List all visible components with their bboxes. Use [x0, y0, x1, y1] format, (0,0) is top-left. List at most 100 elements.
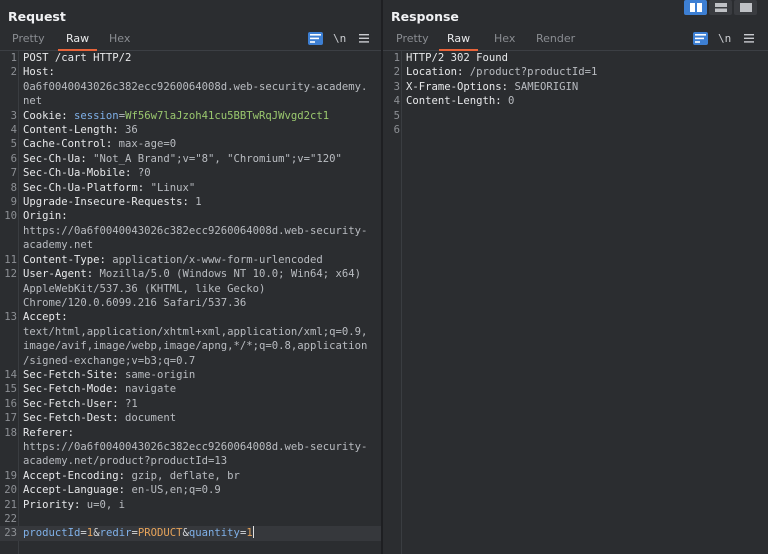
- line-text: https://0a6f0040043026c382ecc9260064008d…: [20, 224, 367, 238]
- tab-response-hex[interactable]: Hex: [486, 30, 523, 49]
- request-line[interactable]: 21 Priority: u=0, i: [0, 498, 382, 512]
- token: document: [118, 412, 177, 425]
- response-line[interactable]: 2 Location: /product?productId=1: [383, 65, 768, 79]
- request-line[interactable]: 7 Sec-Ch-Ua-Mobile: ?0: [0, 166, 382, 180]
- line-text: Sec-Ch-Ua-Mobile: ?0: [20, 166, 151, 180]
- line-text: Sec-Fetch-Mode: navigate: [20, 382, 176, 396]
- token: quantity: [188, 527, 240, 540]
- line-text: Accept-Encoding: gzip, deflate, br: [20, 469, 240, 483]
- tab-response-render[interactable]: Render: [528, 30, 583, 49]
- request-line[interactable]: 11 Content-Type: application/x-www-form-u…: [0, 253, 382, 267]
- line-text: Content-Type: application/x-www-form-url…: [20, 253, 323, 267]
- token: SAMEORIGIN: [508, 80, 579, 93]
- request-toolbar: \n: [308, 30, 371, 46]
- line-text: Cache-Control: max-age=0: [20, 137, 176, 151]
- request-line[interactable]: 0a6f0040043026c382ecc9260064008d.web-sec…: [0, 80, 382, 94]
- token: Sec-Ch-Ua:: [23, 152, 87, 165]
- request-line[interactable]: 22: [0, 512, 382, 526]
- menu-icon[interactable]: [741, 32, 756, 45]
- request-line[interactable]: image/avif,image/webp,image/apng,*/*;q=0…: [0, 339, 382, 353]
- token: PRODUCT: [137, 527, 183, 540]
- word-wrap-icon[interactable]: [693, 31, 708, 45]
- line-number: 17: [4, 412, 17, 425]
- request-line[interactable]: 3 Cookie: session=Wf56w7laJzoh41cu5BBTwRq…: [0, 109, 382, 123]
- layout-single-icon[interactable]: [734, 0, 757, 15]
- request-lines: 1 POST /cart HTTP/2 2 Host: 0a6f0040043026c3…: [0, 51, 382, 541]
- line-text: Referer:: [20, 426, 74, 440]
- request-line[interactable]: 2 Host:: [0, 65, 382, 79]
- request-line[interactable]: 14 Sec-Fetch-Site: same-origin: [0, 368, 382, 382]
- request-line[interactable]: academy.net/product?productId=13: [0, 454, 382, 468]
- request-line[interactable]: 18 Referer:: [0, 426, 382, 440]
- token: net: [23, 95, 43, 108]
- request-line[interactable]: AppleWebKit/537.36 (KHTML, like Gecko): [0, 282, 382, 296]
- tab-response-pretty[interactable]: Pretty: [388, 30, 437, 49]
- request-line[interactable]: Chrome/120.0.6099.216 Safari/537.36: [0, 296, 382, 310]
- tab-request-pretty[interactable]: Pretty: [4, 30, 53, 49]
- request-line[interactable]: 23 productId=1&redir=PRODUCT&quantity=1: [0, 526, 382, 541]
- menu-icon[interactable]: [356, 32, 371, 45]
- request-line[interactable]: 19 Accept-Encoding: gzip, deflate, br: [0, 469, 382, 483]
- token: en-US,en;q=0.9: [125, 484, 221, 497]
- line-number: 5: [393, 109, 400, 122]
- response-line[interactable]: 4 Content-Length: 0: [383, 94, 768, 108]
- request-line[interactable]: https://0a6f0040043026c382ecc9260064008d…: [0, 224, 382, 238]
- word-wrap-icon[interactable]: [308, 31, 323, 45]
- request-line[interactable]: net: [0, 94, 382, 108]
- response-line[interactable]: 5: [383, 109, 768, 123]
- token: Origin:: [23, 210, 68, 223]
- request-line[interactable]: 17 Sec-Fetch-Dest: document: [0, 411, 382, 425]
- token: 0: [501, 95, 515, 108]
- request-line[interactable]: 6 Sec-Ch-Ua: "Not_A Brand";v="8", "Chromi…: [0, 152, 382, 166]
- request-line[interactable]: 1 POST /cart HTTP/2: [0, 51, 382, 65]
- token: Content-Type:: [23, 253, 106, 266]
- newline-icon[interactable]: \n: [718, 32, 731, 45]
- token: Cookie:: [23, 109, 75, 122]
- line-text: image/avif,image/webp,image/apng,*/*;q=0…: [20, 339, 367, 353]
- request-line[interactable]: 13 Accept:: [0, 310, 382, 324]
- request-line[interactable]: 15 Sec-Fetch-Mode: navigate: [0, 382, 382, 396]
- token: Accept:: [23, 311, 68, 324]
- response-line[interactable]: 6: [383, 123, 768, 137]
- line-text: 0a6f0040043026c382ecc9260064008d.web-sec…: [20, 80, 367, 94]
- line-text: Sec-Fetch-Site: same-origin: [20, 368, 195, 382]
- line-number: [0, 94, 20, 108]
- line-text: net: [20, 94, 42, 108]
- request-line[interactable]: academy.net: [0, 238, 382, 252]
- line-number: [0, 282, 20, 296]
- line-text: /signed-exchange;v=b3;q=0.7: [20, 354, 195, 368]
- layout-split-rows-icon[interactable]: [709, 0, 732, 15]
- line-text: [20, 512, 23, 526]
- tab-request-hex[interactable]: Hex: [101, 30, 138, 49]
- line-number: 2: [10, 66, 17, 79]
- line-text: Location: /product?productId=1: [403, 65, 597, 79]
- response-editor[interactable]: 1 HTTP/2 302 Found 2 Location: /product?pro…: [383, 51, 768, 554]
- line-text: productId=1&redir=PRODUCT&quantity=1: [20, 526, 254, 540]
- newline-icon[interactable]: \n: [333, 32, 346, 45]
- token: AppleWebKit/537.36 (KHTML, like Gecko): [23, 282, 266, 295]
- request-line[interactable]: 12 User-Agent: Mozilla/5.0 (Windows NT 10…: [0, 267, 382, 281]
- response-line[interactable]: 3 X-Frame-Options: SAMEORIGIN: [383, 80, 768, 94]
- line-number: 10: [4, 210, 17, 223]
- request-line[interactable]: 5 Cache-Control: max-age=0: [0, 137, 382, 151]
- request-line[interactable]: 4 Content-Length: 36: [0, 123, 382, 137]
- token: ?0: [131, 167, 151, 180]
- tab-request-raw[interactable]: Raw: [58, 30, 98, 51]
- response-line[interactable]: 1 HTTP/2 302 Found: [383, 51, 768, 65]
- tab-response-raw[interactable]: Raw: [439, 30, 479, 51]
- layout-split-columns-icon[interactable]: [684, 0, 707, 15]
- line-number: 21: [4, 498, 17, 511]
- request-line[interactable]: https://0a6f0040043026c382ecc9260064008d…: [0, 440, 382, 454]
- request-line[interactable]: 8 Sec-Ch-Ua-Platform: "Linux": [0, 181, 382, 195]
- request-line[interactable]: /signed-exchange;v=b3;q=0.7: [0, 354, 382, 368]
- token: Cache-Control:: [23, 138, 113, 151]
- request-line[interactable]: 10 Origin:: [0, 209, 382, 223]
- request-editor[interactable]: 1 POST /cart HTTP/2 2 Host: 0a6f0040043026c3…: [0, 51, 382, 554]
- token: gzip, deflate, br: [125, 469, 240, 482]
- response-toolbar: \n: [693, 30, 756, 46]
- request-line[interactable]: text/html,application/xhtml+xml,applicat…: [0, 325, 382, 339]
- request-line[interactable]: 16 Sec-Fetch-User: ?1: [0, 397, 382, 411]
- request-line[interactable]: 20 Accept-Language: en-US,en;q=0.9: [0, 483, 382, 497]
- request-line[interactable]: 9 Upgrade-Insecure-Requests: 1: [0, 195, 382, 209]
- line-number: 13: [4, 311, 17, 324]
